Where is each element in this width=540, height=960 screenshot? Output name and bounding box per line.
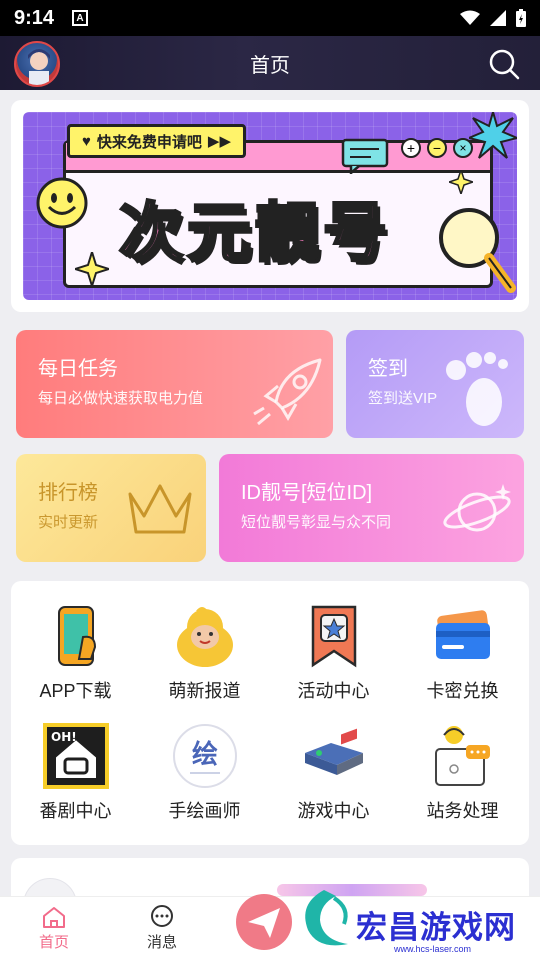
grid-item-site-affairs[interactable]: 站务处理: [398, 701, 527, 821]
daily-task-title: 每日任务: [38, 358, 118, 380]
crown-icon: [128, 484, 192, 534]
rocket-icon: [253, 358, 322, 426]
gamepad-icon: [305, 728, 363, 775]
id-number-tile[interactable]: ID靓号[短位ID] 短位靓号彰显与众不同: [219, 454, 524, 562]
wifi-icon: [460, 10, 480, 25]
burst-icon: [469, 112, 517, 159]
tab-home[interactable]: 首页: [14, 905, 94, 952]
grid-item-event-center[interactable]: 活动中心: [269, 581, 398, 701]
heart-icon: ♥: [82, 132, 91, 150]
watermark-url: www.hcs-laser.com: [394, 944, 472, 954]
support-icon: [435, 726, 490, 786]
plus-icon: +: [401, 138, 421, 158]
banner-tag: ♥ 快来免费申请吧 ▶▶: [67, 124, 246, 158]
status-bar: 9:14 A: [0, 0, 540, 36]
notification-a-icon: A: [72, 10, 89, 26]
footprint-icon: [446, 352, 508, 426]
banner-card: ♥ 快来免费申请吧 ▶▶ + − × 次元靓号: [11, 100, 529, 312]
grid-item-label: 卡密兑换: [426, 681, 499, 701]
card-icon: [436, 610, 490, 659]
grid-item-anime-center[interactable]: OH! 番剧中心: [11, 701, 140, 821]
grid-item-label: 站务处理: [426, 801, 499, 821]
grid-item-card-redeem[interactable]: 卡密兑换: [398, 581, 527, 701]
search-icon[interactable]: [488, 48, 520, 80]
window-controls: + − ×: [401, 138, 473, 158]
grid-item-label: APP下载: [39, 681, 112, 701]
sparkle-icon: [75, 252, 109, 286]
tab-home-label: 首页: [38, 934, 69, 951]
draw-badge-text: 绘: [192, 739, 218, 770]
status-time: 9:14: [14, 6, 55, 29]
grid-item-game-center[interactable]: 游戏中心: [269, 701, 398, 821]
site-watermark: 宏昌游戏网 www.hcs-laser.com: [236, 872, 540, 960]
id-number-subtitle: 短位靓号彰显与众不同: [241, 514, 392, 531]
feature-grid: APP下载 萌新报道 活动中心 卡密兑换 OH! 番剧中心 绘 手绘画师 游戏中…: [11, 581, 529, 845]
grid-item-newbie-report[interactable]: 萌新报道: [140, 581, 269, 701]
sign-in-title: 签到: [368, 358, 408, 380]
grid-item-label: 萌新报道: [168, 681, 241, 701]
banner-tag-label: 快来免费申请吧: [96, 133, 202, 151]
anime-badge-text: OH!: [51, 730, 77, 744]
grid-item-label: 手绘画师: [168, 801, 241, 821]
house-icon: OH!: [43, 723, 109, 789]
message-icon: [151, 905, 173, 927]
smiley-icon: [36, 177, 88, 229]
avatar[interactable]: [14, 41, 60, 87]
status-icons: [460, 9, 526, 27]
tab-messages[interactable]: 消息: [122, 905, 202, 952]
ranking-title: 排行榜: [38, 482, 98, 504]
star-bookmark-icon: [311, 605, 357, 668]
grid-item-app-download[interactable]: APP下载: [11, 581, 140, 701]
minus-icon: −: [427, 138, 447, 158]
grid-item-label: 番剧中心: [39, 801, 112, 821]
magnifier-icon: [439, 208, 516, 293]
id-number-title: ID靓号[短位ID]: [241, 482, 373, 504]
grid-item-label: 游戏中心: [297, 801, 370, 821]
grid-item-hand-drawn-artist[interactable]: 绘 手绘画师: [140, 701, 269, 821]
star-icon: [449, 170, 473, 194]
tab-messages-label: 消息: [146, 934, 177, 951]
avatar-figure-icon: [28, 49, 50, 85]
battery-icon: [516, 9, 526, 27]
planet-icon: [443, 484, 511, 532]
signal-icon: [490, 10, 506, 26]
daily-task-subtitle: 每日必做快速获取电力值: [38, 390, 204, 407]
daily-task-tile[interactable]: 每日任务 每日必做快速获取电力值: [16, 330, 333, 438]
promo-banner[interactable]: ♥ 快来免费申请吧 ▶▶ + − × 次元靓号: [23, 112, 517, 300]
banner-headline: 次元靓号: [118, 196, 391, 273]
duck-icon: [177, 607, 233, 667]
swirl-logo-icon: [305, 890, 348, 946]
ranking-tile[interactable]: 排行榜 实时更新: [16, 454, 206, 562]
page-title: 首页: [250, 54, 290, 77]
fast-forward-icon: ▶▶: [207, 133, 231, 150]
paper-plane-logo: [236, 894, 292, 950]
draw-icon: 绘: [173, 724, 237, 788]
app-bar: 首页: [0, 36, 540, 90]
watermark-text: 宏昌游戏网: [356, 910, 516, 945]
chat-bubble-icon: [341, 138, 389, 174]
paper-plane-icon: [248, 908, 280, 938]
sign-in-tile[interactable]: 签到 签到送VIP: [346, 330, 524, 438]
phone-icon: [58, 606, 97, 666]
home-icon: [43, 907, 65, 928]
sign-in-subtitle: 签到送VIP: [368, 390, 438, 407]
grid-item-label: 活动中心: [297, 681, 370, 701]
ranking-subtitle: 实时更新: [38, 514, 99, 531]
